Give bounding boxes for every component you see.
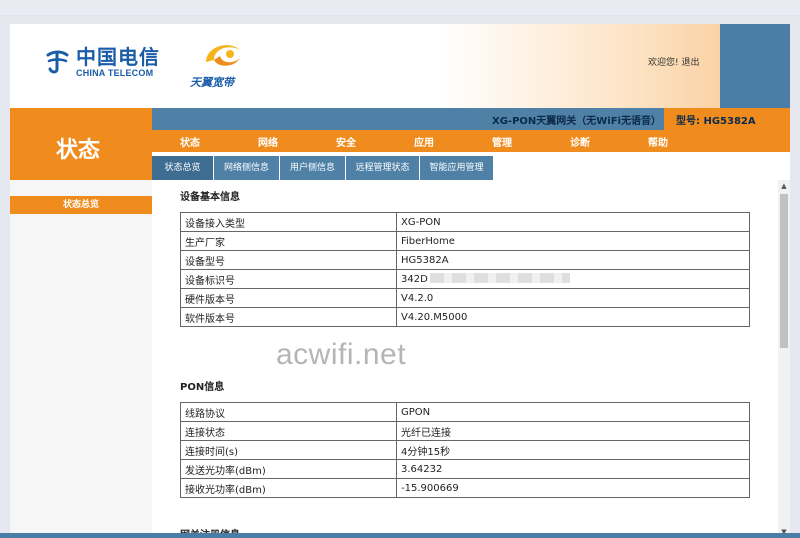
menu-item-diagnostics[interactable]: 诊断 <box>570 134 590 149</box>
menu-item-security[interactable]: 安全 <box>336 134 356 149</box>
device-id-visible-part: 342D <box>401 274 428 285</box>
row-key: 设备标识号 <box>180 269 397 289</box>
menu-item-help[interactable]: 帮助 <box>648 134 668 149</box>
sidebar-item-status-overview[interactable]: 状态总览 <box>10 196 152 214</box>
logout-link[interactable]: 退出 <box>681 58 699 68</box>
welcome-area: 欢迎您! 退出 <box>648 55 700 68</box>
menu-item-management[interactable]: 管理 <box>492 134 512 149</box>
tab-user-side-info[interactable]: 用户侧信息 <box>280 156 346 180</box>
device-basic-table: 设备接入类型 XG-PON 生产厂家 FiberHome 设备型号 HG5382A 设… <box>180 212 750 327</box>
table-row: 生产厂家 FiberHome <box>180 231 750 251</box>
pon-info-table: 线路协议 GPON 连接状态 光纤已连接 连接时间(s) 4分钟15秒 发送光功率(d… <box>180 402 750 498</box>
row-key: 发送光功率(dBm) <box>180 459 397 479</box>
table-row: 连接状态 光纤已连接 <box>180 421 750 441</box>
row-value: 342D <box>396 269 750 289</box>
table-row: 线路协议 GPON <box>180 402 750 422</box>
china-telecom-cn-text: 中国电信 <box>76 45 160 69</box>
section-title-block: 状态 <box>10 108 152 180</box>
welcome-text: 欢迎您! <box>648 58 679 68</box>
scroll-up-arrow-icon[interactable]: ▲ <box>778 180 790 192</box>
main-menu: 状态 网络 安全 应用 管理 诊断 帮助 <box>152 130 790 152</box>
tianyi-broadband-logo: 天翼宽带 <box>190 38 254 89</box>
row-value: XG-PON <box>396 212 750 232</box>
row-value: GPON <box>396 402 750 422</box>
table-row: 接收光功率(dBm) -15.900669 <box>180 478 750 498</box>
scrollbar-thumb[interactable] <box>780 194 788 348</box>
menu-item-status[interactable]: 状态 <box>180 134 200 149</box>
row-key: 连接时间(s) <box>180 440 397 460</box>
row-key: 软件版本号 <box>180 307 397 327</box>
table-row: 硬件版本号 V4.2.0 <box>180 288 750 308</box>
row-key: 连接状态 <box>180 421 397 441</box>
row-key: 硬件版本号 <box>180 288 397 308</box>
row-value: 4分钟15秒 <box>396 440 750 460</box>
main-content: 设备基本信息 设备接入类型 XG-PON 生产厂家 FiberHome 设备型号 HG… <box>152 180 778 538</box>
footer-band <box>0 533 800 538</box>
browser-top-strip <box>0 0 800 16</box>
section-pon-title: PON信息 <box>180 382 225 393</box>
china-telecom-logo: 中国电信 CHINA TELECOM <box>44 46 160 78</box>
table-row: 连接时间(s) 4分钟15秒 <box>180 440 750 460</box>
router-admin-frame: 中国电信 CHINA TELECOM 天翼宽带 欢迎您! 退出 状态 XG-PO… <box>10 24 790 538</box>
china-telecom-en-text: CHINA TELECOM <box>76 68 154 78</box>
sidebar: 状态总览 <box>10 180 152 538</box>
row-value: HG5382A <box>396 250 750 270</box>
row-value: V4.20.M5000 <box>396 307 750 327</box>
row-key: 设备接入类型 <box>180 212 397 232</box>
tianyi-broadband-text: 天翼宽带 <box>190 76 234 89</box>
device-title: XG-PON天翼网关（无WiFi无语音） <box>492 116 661 127</box>
tab-smart-app-management[interactable]: 智能应用管理 <box>420 156 494 180</box>
model-label: 型号: HG5382A <box>676 116 756 127</box>
row-value: 光纤已连接 <box>396 421 750 441</box>
device-info-bar: XG-PON天翼网关（无WiFi无语音） 型号: HG5382A <box>152 108 790 130</box>
row-key: 生产厂家 <box>180 231 397 251</box>
row-value: -15.900669 <box>396 478 750 498</box>
table-row: 软件版本号 V4.20.M5000 <box>180 307 750 327</box>
table-row: 设备接入类型 XG-PON <box>180 212 750 232</box>
row-value: FiberHome <box>396 231 750 251</box>
row-value: V4.2.0 <box>396 288 750 308</box>
content-scrollbar[interactable]: ▲ ▼ <box>778 180 790 538</box>
tianyi-swirl-icon <box>206 45 240 66</box>
table-row: 设备型号 HG5382A <box>180 250 750 270</box>
tab-network-side-info[interactable]: 网络侧信息 <box>214 156 280 180</box>
row-key: 线路协议 <box>180 402 397 422</box>
model-badge: 型号: HG5382A <box>664 108 790 130</box>
table-row: 发送光功率(dBm) 3.64232 <box>180 459 750 479</box>
watermark-text: acwifi.net <box>276 338 407 371</box>
row-key: 接收光功率(dBm) <box>180 478 397 498</box>
menu-item-application[interactable]: 应用 <box>414 134 434 149</box>
header-blue-panel <box>720 24 790 108</box>
header-banner: 中国电信 CHINA TELECOM 天翼宽带 欢迎您! 退出 <box>10 24 790 108</box>
browser-page: 中国电信 CHINA TELECOM 天翼宽带 欢迎您! 退出 状态 XG-PO… <box>0 0 800 538</box>
tab-status-overview[interactable]: 状态总览 <box>152 156 214 180</box>
redacted-blur <box>429 273 570 283</box>
section-title-text: 状态 <box>56 138 101 163</box>
tab-remote-management-status[interactable]: 远程管理状态 <box>346 156 420 180</box>
row-value: 3.64232 <box>396 459 750 479</box>
sub-tab-bar: 状态总览 网络侧信息 用户侧信息 远程管理状态 智能应用管理 <box>152 152 790 180</box>
table-row: 设备标识号 342D <box>180 269 750 289</box>
row-key: 设备型号 <box>180 250 397 270</box>
china-telecom-mark-icon <box>46 50 69 74</box>
menu-item-network[interactable]: 网络 <box>258 134 278 149</box>
section-device-basic-title: 设备基本信息 <box>180 192 240 203</box>
